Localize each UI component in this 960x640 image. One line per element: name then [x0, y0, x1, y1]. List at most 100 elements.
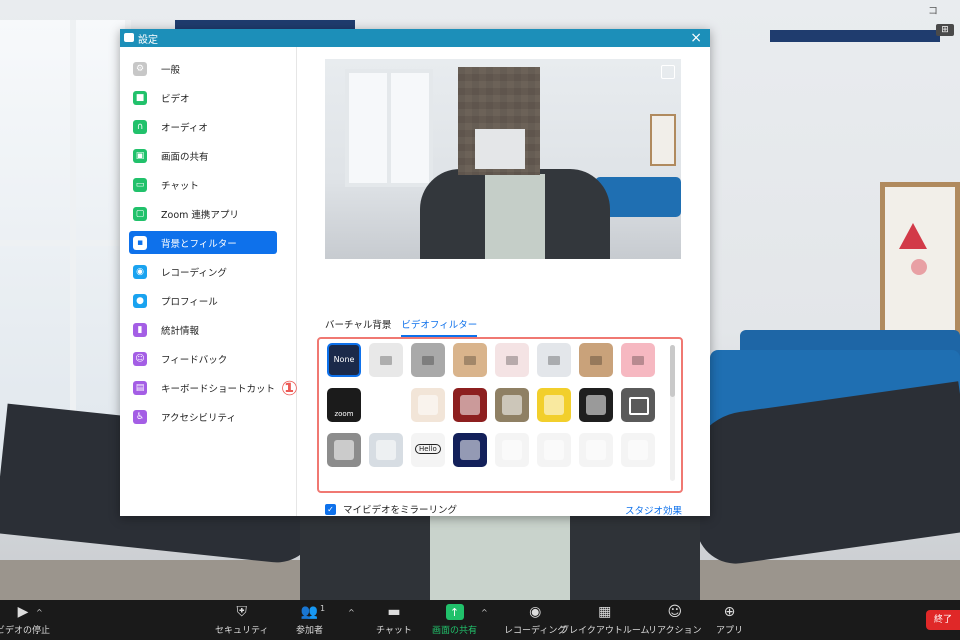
- sidebar-item[interactable]: ⚙ 一般: [129, 57, 277, 80]
- filter-grey-tint[interactable]: [411, 343, 445, 377]
- background-icon: ▪: [133, 235, 147, 250]
- video-icon: ■: [133, 90, 147, 105]
- sidebar-item[interactable]: ☺ フィードバック: [129, 347, 277, 370]
- background-tabs: バーチャル背景 ビデオフィルター: [325, 317, 478, 337]
- toolbar-chat-bubble-button[interactable]: ▬ チャット: [376, 604, 412, 636]
- close-icon[interactable]: ×: [690, 29, 702, 47]
- sidebar-item-label: アクセシビリティ: [161, 412, 236, 424]
- toolbar-apps-plus-button[interactable]: ⊕ アプリ: [716, 604, 743, 636]
- mini-preview-icon: [464, 356, 476, 365]
- frame-inner-icon: [334, 440, 354, 460]
- filter-pink-tint[interactable]: [621, 343, 655, 377]
- sidebar-item[interactable]: ● プロフィール: [129, 289, 277, 312]
- caret-up-icon[interactable]: ^: [36, 608, 43, 617]
- filter-scrollbar[interactable]: [670, 345, 675, 397]
- filter-white-tint[interactable]: [369, 343, 403, 377]
- filter-theater-frame[interactable]: [453, 388, 487, 422]
- filter-tv-frame[interactable]: [495, 388, 529, 422]
- filter-bulb-frame[interactable]: [579, 388, 613, 422]
- filter-grid-highlight: None zoom Hello: [317, 337, 683, 493]
- filter-sepia-tint[interactable]: [453, 343, 487, 377]
- frame-inner-icon: [544, 440, 564, 460]
- sidebar-item-label: 統計情報: [161, 325, 200, 337]
- minimize-icon[interactable]: コ: [928, 2, 938, 17]
- feedback-icon: ☺: [133, 351, 147, 366]
- toolbar-label: アプリ: [716, 626, 744, 636]
- grid-icon: ▦: [598, 604, 612, 620]
- filter-party-hat-sticker[interactable]: [621, 433, 655, 467]
- tab-virtual-background[interactable]: バーチャル背景: [325, 317, 391, 337]
- toolbar-grid-button[interactable]: ▦ ブレイクアウトルーム: [560, 604, 650, 636]
- frame-inner-icon: [544, 395, 564, 415]
- sidebar-item[interactable]: ▣ 画面の共有: [129, 144, 277, 167]
- filter-cool-tint[interactable]: [537, 343, 571, 377]
- frame-inner-icon: [502, 395, 522, 415]
- sidebar-item[interactable]: ♿ アクセシビリティ: [129, 405, 277, 428]
- settings-content: バーチャル背景 ビデオフィルター None zoom Hello ✓ マイビデオをミ…: [297, 47, 710, 517]
- filter-rainbow-sticker[interactable]: [579, 433, 613, 467]
- sidebar-item[interactable]: ∩ オーディオ: [129, 115, 277, 138]
- sidebar-item[interactable]: ▢ Zoom 連携アプリ: [129, 202, 277, 225]
- dialog-titlebar: 設定 ×: [120, 29, 710, 47]
- mirror-video-row: ✓ マイビデオをミラーリング: [325, 502, 457, 516]
- toolbar-label: 参加者: [296, 626, 324, 636]
- filter-sunglasses-sticker[interactable]: [495, 433, 529, 467]
- frame-inner-icon: [502, 440, 522, 460]
- studio-effects-link[interactable]: スタジオ効果: [625, 503, 682, 517]
- filter-sprout-sticker[interactable]: [537, 433, 571, 467]
- filter-award-frame[interactable]: [369, 433, 403, 467]
- caret-up-icon[interactable]: ^: [348, 608, 355, 617]
- frame-inner-icon: [418, 395, 438, 415]
- record-icon: ◉: [133, 264, 147, 279]
- record-dot-icon: ◉: [529, 604, 542, 620]
- face-mask: [475, 129, 525, 169]
- filter-hello-bubble[interactable]: Hello: [411, 433, 445, 467]
- sidebar-item[interactable]: ▭ チャット: [129, 173, 277, 196]
- filter-focus-frame[interactable]: [621, 388, 655, 422]
- toolbar-emoji-button[interactable]: ☺ リアクション: [648, 604, 702, 636]
- frame-inner-icon: [460, 440, 480, 460]
- apps-plus-icon: ⊕: [723, 604, 736, 620]
- tab-video-filter[interactable]: ビデオフィルター: [401, 317, 478, 337]
- toolbar-record-dot-button[interactable]: ◉ レコーディング: [504, 604, 566, 636]
- caret-up-icon[interactable]: ^: [481, 608, 488, 617]
- mirror-video-checkbox[interactable]: ✓: [325, 503, 336, 515]
- filter-rainbow-frame[interactable]: [369, 388, 403, 422]
- end-meeting-button[interactable]: 終了: [926, 610, 960, 630]
- mini-preview-icon: [548, 356, 560, 365]
- sidebar-item[interactable]: ▮ 統計情報: [129, 318, 277, 341]
- emoji-icon: ☺: [667, 604, 683, 620]
- filter-zoom-frame[interactable]: zoom: [327, 388, 361, 422]
- frame-inner-icon: [628, 440, 648, 460]
- sidebar-item[interactable]: ▪ 背景とフィルター: [129, 231, 277, 254]
- filter-sunflower-frame[interactable]: [537, 388, 571, 422]
- chat-bubble-icon: ▬: [387, 604, 401, 620]
- settings-sidebar: ⚙ 一般 ■ ビデオ ∩ オーディオ ▣ 画面の共有 ▭ チャット ▢ Zoom 連携アプリ ▪ 背景とフ…: [120, 47, 297, 516]
- filter-retro-tv-frame[interactable]: [327, 433, 361, 467]
- gear-icon: ⚙: [133, 61, 147, 76]
- sidebar-item[interactable]: ■ ビデオ: [129, 86, 277, 109]
- toolbar-label: ブレイクアウトルーム: [560, 626, 650, 636]
- expand-preview-icon[interactable]: [661, 65, 675, 79]
- filter-pink-pale-tint[interactable]: [495, 343, 529, 377]
- accessibility-icon: ♿: [133, 409, 147, 424]
- share-screen-icon: ▣: [133, 148, 147, 163]
- sidebar-item[interactable]: ◉ レコーディング: [129, 260, 277, 283]
- participant-count: 1: [320, 604, 326, 613]
- filter-brown-tint[interactable]: [579, 343, 613, 377]
- filter-none[interactable]: None: [327, 343, 361, 377]
- preview-window: [345, 69, 433, 187]
- sidebar-item-label: ビデオ: [161, 93, 190, 105]
- gallery-view-icon[interactable]: ⊞: [936, 24, 954, 36]
- participants-icon: 👥: [300, 604, 319, 620]
- frame-inner-icon: [376, 440, 396, 460]
- toolbar-label: セキュリティ: [215, 626, 269, 636]
- toolbar-participants-button[interactable]: 👥 参加者 1: [296, 604, 326, 636]
- preview-wall-art: [650, 114, 676, 166]
- toolbar-shield-button[interactable]: ⛨ セキュリティ: [215, 604, 268, 636]
- frame-inner-icon: [586, 395, 606, 415]
- filter-lights-frame[interactable]: [453, 433, 487, 467]
- toolbar-share-arrow-button[interactable]: ↑ 画面の共有: [432, 604, 477, 636]
- sidebar-item[interactable]: ▤ キーボードショートカット: [129, 376, 277, 399]
- filter-fox-frame[interactable]: [411, 388, 445, 422]
